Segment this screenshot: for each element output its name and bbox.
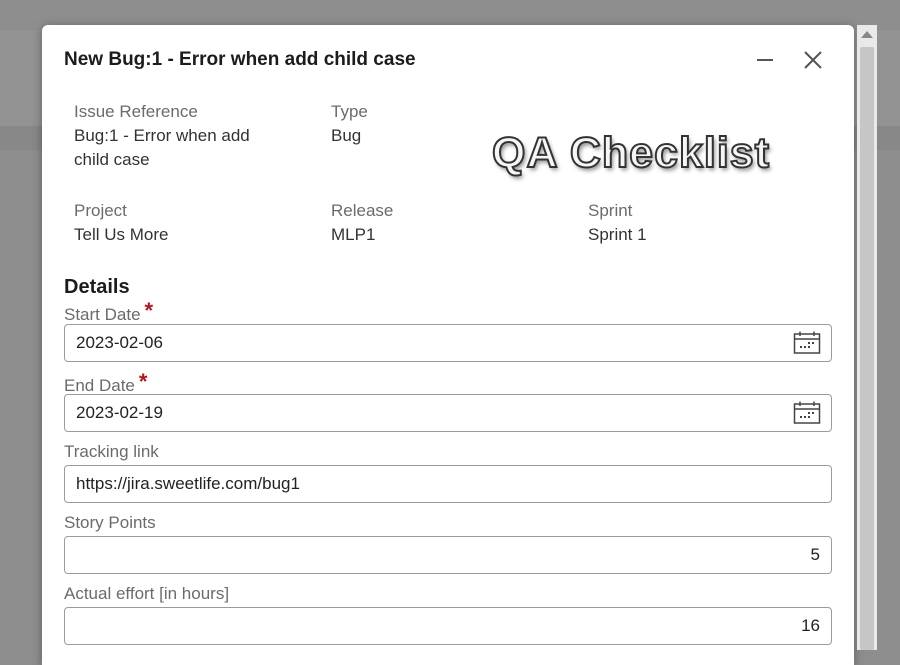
- type-label: Type: [331, 102, 368, 121]
- tracking-link-value: https://jira.sweetlife.com/bug1: [76, 474, 300, 493]
- issue-reference-value: Bug:1 - Error when add child case: [74, 124, 250, 172]
- scroll-up-arrow-icon[interactable]: [861, 31, 873, 38]
- details-heading: Details: [64, 276, 130, 298]
- project-label: Project: [74, 201, 127, 220]
- dialog-title: New Bug:1 - Error when add child case: [64, 49, 416, 70]
- actual-effort-label: Actual effort [in hours]: [64, 584, 230, 603]
- scroll-thumb[interactable]: [860, 47, 874, 650]
- issue-reference-line1: Bug:1 - Error when add: [74, 126, 250, 145]
- issue-reference-label: Issue Reference: [74, 102, 198, 121]
- project-value: Tell Us More: [74, 225, 169, 244]
- type-value: Bug: [331, 126, 362, 145]
- end-date-label-text: End Date: [64, 376, 135, 395]
- end-date-value: 2023-02-19: [76, 403, 163, 422]
- required-marker: *: [138, 369, 148, 394]
- actual-effort-input[interactable]: 16: [64, 607, 832, 645]
- issue-reference-line2: child case: [74, 150, 150, 169]
- release-value: MLP1: [331, 225, 376, 244]
- close-icon: [804, 51, 822, 69]
- release-label: Release: [331, 201, 394, 220]
- sprint-value: Sprint 1: [588, 225, 647, 244]
- calendar-icon[interactable]: [793, 401, 821, 425]
- dialog-scrollbar[interactable]: [857, 25, 877, 650]
- story-points-input[interactable]: 5: [64, 536, 832, 574]
- bug-dialog: New Bug:1 - Error when add child case Is…: [42, 25, 854, 665]
- calendar-icon[interactable]: [793, 331, 821, 355]
- tracking-link-label: Tracking link: [64, 442, 159, 461]
- close-button[interactable]: [800, 47, 826, 73]
- start-date-input[interactable]: 2023-02-06: [64, 324, 832, 362]
- minimize-button[interactable]: [752, 47, 778, 73]
- tracking-link-input[interactable]: https://jira.sweetlife.com/bug1: [64, 465, 832, 503]
- start-date-label: Start Date *: [64, 298, 154, 326]
- actual-effort-value: 16: [801, 616, 820, 635]
- qa-checklist-watermark: QA Checklist: [491, 128, 771, 178]
- story-points-value: 5: [810, 545, 820, 564]
- story-points-label: Story Points: [64, 513, 156, 532]
- start-date-value: 2023-02-06: [76, 333, 163, 352]
- minimize-icon: [757, 59, 773, 61]
- sprint-label: Sprint: [588, 201, 633, 220]
- start-date-label-text: Start Date: [64, 305, 141, 324]
- end-date-input[interactable]: 2023-02-19: [64, 394, 832, 432]
- required-marker: *: [144, 298, 154, 323]
